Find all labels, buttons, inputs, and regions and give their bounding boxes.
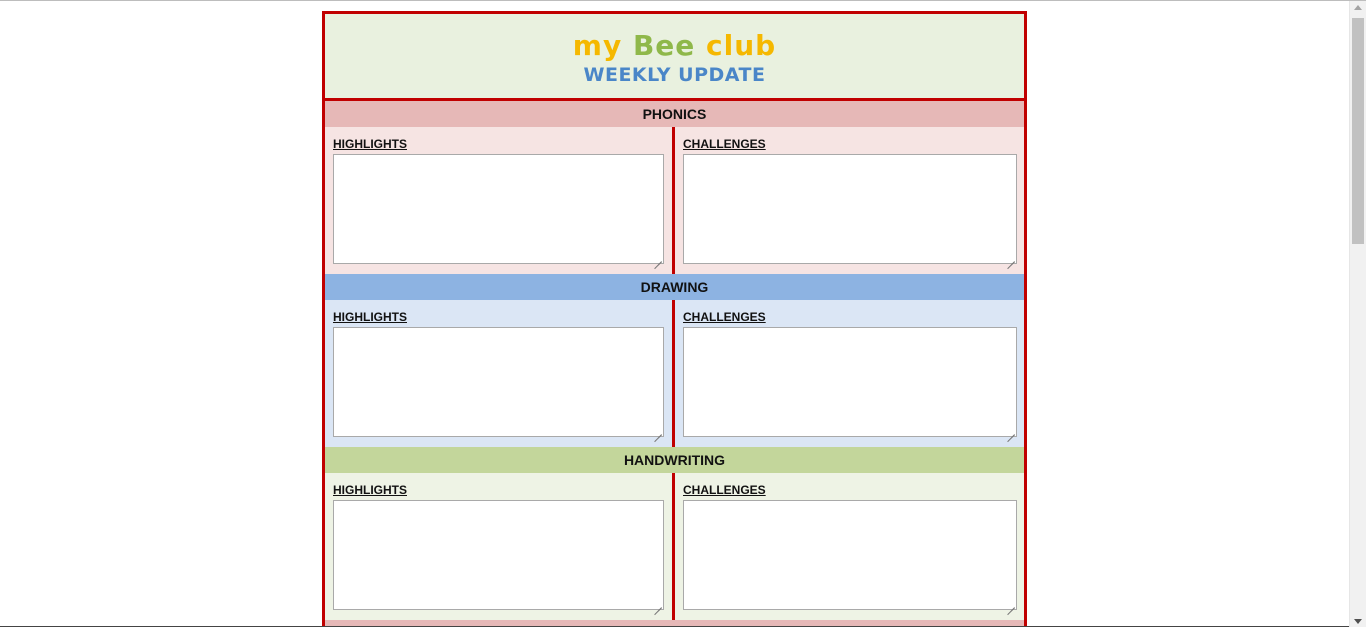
phonics-highlights-textarea[interactable] <box>333 154 664 264</box>
section-title-handwriting: HANDWRITING <box>325 447 1024 473</box>
phonics-challenges-label: CHALLENGES <box>683 137 766 151</box>
phonics-challenges-textarea[interactable] <box>683 154 1017 264</box>
club-name-part3: club <box>706 29 777 62</box>
scroll-down-arrow-icon[interactable] <box>1354 619 1362 624</box>
phonics-highlights-column: HIGHLIGHTS <box>325 127 672 274</box>
resize-grip-icon[interactable] <box>654 600 662 608</box>
section-drawing: DRAWING HIGHLIGHTS CHALLENGES <box>325 274 1024 447</box>
scrollbar-thumb[interactable] <box>1352 18 1364 244</box>
club-name-part2: Bee <box>632 29 696 62</box>
section-title-phonics: PHONICS <box>325 101 1024 127</box>
section-phonics: PHONICS HIGHLIGHTS CHALLENGES <box>325 101 1024 274</box>
vertical-scrollbar[interactable] <box>1349 1 1366 627</box>
phonics-challenges-column: CHALLENGES <box>675 127 1024 274</box>
browser-viewport: my Bee club WEEKLY UPDATE PHONICS HIGHLI… <box>0 0 1366 627</box>
form-subtitle: WEEKLY UPDATE <box>583 64 766 86</box>
section-handwriting: HANDWRITING HIGHLIGHTS CHALLENGES <box>325 447 1024 620</box>
weekly-update-form: my Bee club WEEKLY UPDATE PHONICS HIGHLI… <box>322 11 1027 627</box>
section-body-phonics: HIGHLIGHTS CHALLENGES <box>325 127 1024 274</box>
phonics-highlights-label: HIGHLIGHTS <box>333 137 407 151</box>
section-title-drawing: DRAWING <box>325 274 1024 300</box>
section-body-drawing: HIGHLIGHTS CHALLENGES <box>325 300 1024 447</box>
handwriting-highlights-label: HIGHLIGHTS <box>333 483 407 497</box>
drawing-challenges-label: CHALLENGES <box>683 310 766 324</box>
handwriting-challenges-textarea[interactable] <box>683 500 1017 610</box>
drawing-highlights-column: HIGHLIGHTS <box>325 300 672 447</box>
club-name-part1: my <box>572 29 623 62</box>
form-header: my Bee club WEEKLY UPDATE <box>325 14 1024 101</box>
resize-grip-icon[interactable] <box>1007 427 1015 435</box>
drawing-highlights-label: HIGHLIGHTS <box>333 310 407 324</box>
resize-grip-icon[interactable] <box>1007 254 1015 262</box>
section-body-handwriting: HIGHLIGHTS CHALLENGES <box>325 473 1024 620</box>
handwriting-highlights-column: HIGHLIGHTS <box>325 473 672 620</box>
handwriting-challenges-label: CHALLENGES <box>683 483 766 497</box>
handwriting-highlights-textarea[interactable] <box>333 500 664 610</box>
scroll-up-arrow-icon[interactable] <box>1354 5 1362 10</box>
resize-grip-icon[interactable] <box>654 427 662 435</box>
club-name: my Bee club <box>325 14 1024 62</box>
drawing-challenges-textarea[interactable] <box>683 327 1017 437</box>
resize-grip-icon[interactable] <box>1007 600 1015 608</box>
handwriting-challenges-column: CHALLENGES <box>675 473 1024 620</box>
resize-grip-icon[interactable] <box>654 254 662 262</box>
drawing-highlights-textarea[interactable] <box>333 327 664 437</box>
drawing-challenges-column: CHALLENGES <box>675 300 1024 447</box>
